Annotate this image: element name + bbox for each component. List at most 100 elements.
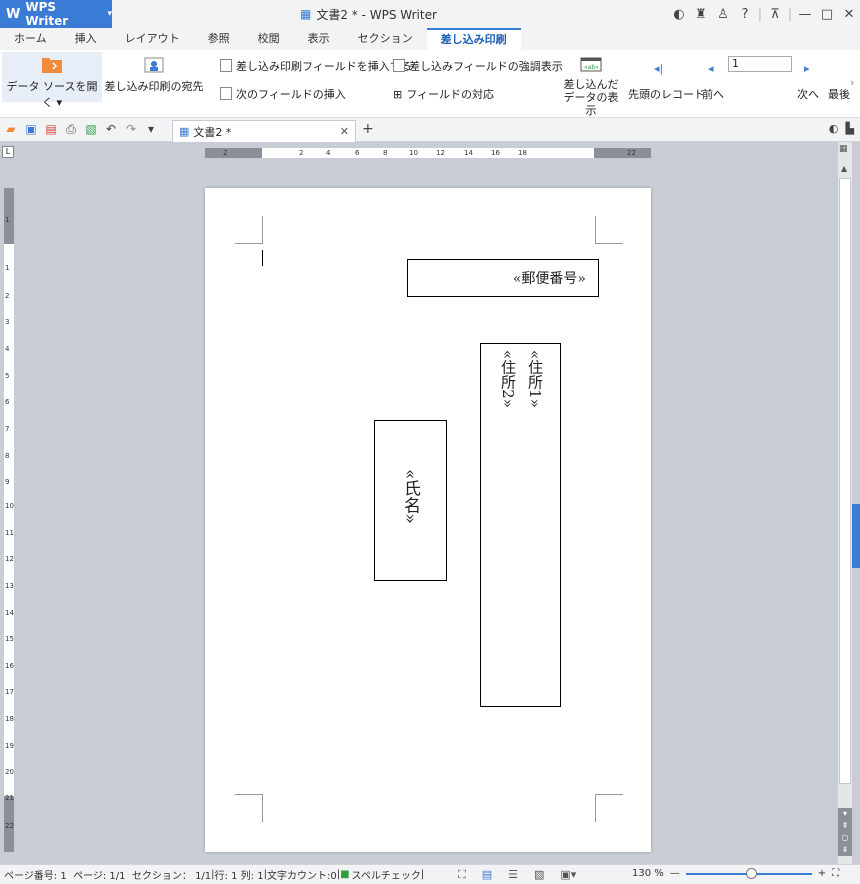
outline-view-icon[interactable]: ☰ <box>508 868 518 882</box>
save-icon[interactable]: ▣ <box>24 122 38 137</box>
first-record-icon[interactable]: ◂| <box>654 62 663 75</box>
horizontal-ruler[interactable]: 2 2 4 6 8 10 12 14 16 18 22 <box>205 148 651 158</box>
skin-icon[interactable]: ◐ <box>668 7 690 22</box>
address-textbox[interactable]: «住所1» «住所2» <box>480 343 561 707</box>
ruler-text-area <box>262 148 594 158</box>
prev-record-icon[interactable]: ◂ <box>708 62 714 75</box>
next-record-button[interactable]: 次へ <box>797 86 819 102</box>
view-merged-data-button[interactable]: «ab» 差し込んだ データの表示 <box>560 52 622 117</box>
ruler-tick: 9 <box>5 478 10 486</box>
ruler-tick: 16 <box>5 662 14 670</box>
name-field: «氏名» <box>400 469 420 524</box>
customize-dropdown-icon[interactable]: ▾ <box>144 122 158 137</box>
web-view-icon[interactable]: ▧ <box>534 868 544 882</box>
status-section: セクション： 1/1 <box>131 871 212 882</box>
view-merged-label-1: 差し込んだ <box>563 78 619 91</box>
document-page[interactable]: «郵便番号» «住所1» «住所2» «氏名» <box>205 188 651 852</box>
app-menu-button[interactable]: W WPS Writer ▾ <box>0 0 112 28</box>
ruler-tick: 22 <box>627 149 636 157</box>
field-match-button[interactable]: ⊞ フィールドの対応 <box>393 86 494 102</box>
prev-record-button[interactable]: 前へ <box>702 86 724 102</box>
ruler-tick: 12 <box>5 555 14 563</box>
spellcheck-icon: ■ <box>340 869 350 880</box>
last-record-button[interactable]: 最後 <box>828 86 850 102</box>
tab-stop-selector[interactable]: L <box>2 146 14 158</box>
zoom-level[interactable]: 130 % <box>632 868 664 879</box>
user-icon[interactable]: ♙ <box>712 7 734 22</box>
insert-next-field-label: 次のフィールドの挿入 <box>236 88 346 101</box>
minimize-button[interactable]: — <box>794 7 816 22</box>
insert-next-field-button[interactable]: 次のフィールドの挿入 <box>220 86 346 102</box>
redo-icon[interactable]: ↷ <box>124 122 138 137</box>
shirt-icon[interactable]: ♜ <box>690 7 712 22</box>
print-preview-icon[interactable]: ▧ <box>84 122 98 137</box>
ruler-text-area <box>4 244 14 796</box>
tab-home[interactable]: ホーム <box>0 28 61 50</box>
tab-view[interactable]: 表示 <box>294 28 344 50</box>
tab-insert[interactable]: 挿入 <box>61 28 111 50</box>
window-title: ▦ 文書2 * - WPS Writer <box>300 0 437 28</box>
split-view-icon[interactable]: ▦ <box>839 144 848 154</box>
quick-access-icons: ▰ ▣ ▤ ⎙ ▧ ↶ ↷ ▾ <box>4 122 158 137</box>
recipients-button[interactable]: 差し込み印刷の宛先 <box>104 52 204 94</box>
ruler-tick: 14 <box>5 609 14 617</box>
highlight-fields-button[interactable]: 差し込みフィールドの強調表示 <box>393 58 563 74</box>
new-tab-button[interactable]: + <box>362 121 374 137</box>
tab-menu-icon[interactable]: ▙ <box>846 122 854 135</box>
tab-references[interactable]: 参照 <box>194 28 244 50</box>
ruler-tick: 7 <box>5 425 10 433</box>
ruler-tick: 22 <box>5 822 14 830</box>
scroll-up-icon[interactable]: ▲ <box>841 164 847 173</box>
help-icon[interactable]: ? <box>734 7 756 22</box>
next-record-icon[interactable]: ▸ <box>804 62 810 75</box>
fullscreen-view-icon[interactable]: ⛶ <box>458 868 466 882</box>
skin-small-icon[interactable]: ◐ <box>829 122 839 135</box>
open-data-source-button[interactable]: データ ソースを開く ▾ <box>2 52 102 109</box>
reading-view-icon[interactable]: ▣▾ <box>560 868 576 882</box>
document-tab-label: 文書2 * <box>193 125 232 139</box>
zoom-slider[interactable] <box>685 867 812 879</box>
document-icon: ▦ <box>300 7 312 21</box>
ruler-tick: 20 <box>5 768 14 776</box>
restore-ribbon-icon[interactable]: ⊼ <box>764 7 786 22</box>
zip-code-textbox[interactable]: «郵便番号» <box>407 259 599 297</box>
document-tab[interactable]: ▦ 文書2 * ✕ <box>172 120 356 142</box>
page-view-icon[interactable]: ▤ <box>482 868 492 882</box>
ribbon-scroll-right-icon[interactable]: › <box>850 76 854 89</box>
side-panel-toggle[interactable] <box>852 504 860 568</box>
scrollbar-thumb[interactable] <box>839 178 851 784</box>
tab-section[interactable]: セクション <box>344 28 427 50</box>
status-spellcheck[interactable]: スペルチェック <box>352 867 421 882</box>
ruler-tick: 19 <box>5 742 14 750</box>
insert-merge-field-button[interactable]: 差し込み印刷フィールドを挿入する <box>220 58 412 74</box>
zoom-slider-knob[interactable] <box>745 867 757 879</box>
record-number-input[interactable]: 1 <box>728 56 792 72</box>
address-field-2: «住所2» <box>499 350 517 408</box>
page-nav-buttons[interactable]: ▾ ⇞ ○ ⇟ <box>838 808 852 856</box>
open-icon[interactable]: ▰ <box>4 122 18 137</box>
field-match-icon: ⊞ <box>393 88 403 101</box>
fit-page-icon[interactable]: ⛶ <box>832 868 839 879</box>
tab-layout[interactable]: レイアウト <box>111 28 194 50</box>
vertical-ruler[interactable]: 1 1 2 3 4 5 6 7 8 9 10 11 12 13 14 15 16… <box>4 188 14 852</box>
status-row: 行: 1 <box>214 871 238 882</box>
recipients-label: 差し込み印刷の宛先 <box>104 80 204 93</box>
first-record-button[interactable]: 先頭のレコード <box>628 86 705 102</box>
close-tab-icon[interactable]: ✕ <box>340 125 349 138</box>
field-match-label: フィールドの対応 <box>406 88 494 101</box>
tab-review[interactable]: 校閲 <box>244 28 294 50</box>
status-char-count[interactable]: 文字カウント:0 <box>267 867 337 882</box>
name-textbox[interactable]: «氏名» <box>374 420 447 581</box>
insert-merge-field-label: 差し込み印刷フィールドを挿入する <box>236 60 412 73</box>
pdf-icon[interactable]: ▤ <box>44 122 58 137</box>
undo-icon[interactable]: ↶ <box>104 122 118 137</box>
ruler-tick: 2 <box>223 149 228 157</box>
close-button[interactable]: ✕ <box>838 7 860 22</box>
vertical-scrollbar[interactable]: ▦ ▲ ▾ ⇞ ○ ⇟ <box>838 142 852 864</box>
zoom-out-button[interactable]: — <box>670 868 680 879</box>
zoom-in-button[interactable]: + <box>818 868 826 879</box>
ruler-tick: 3 <box>5 318 10 326</box>
print-icon[interactable]: ⎙ <box>64 122 78 137</box>
tab-mail-merge[interactable]: 差し込み印刷 <box>426 28 521 50</box>
maximize-button[interactable]: □ <box>816 7 838 22</box>
